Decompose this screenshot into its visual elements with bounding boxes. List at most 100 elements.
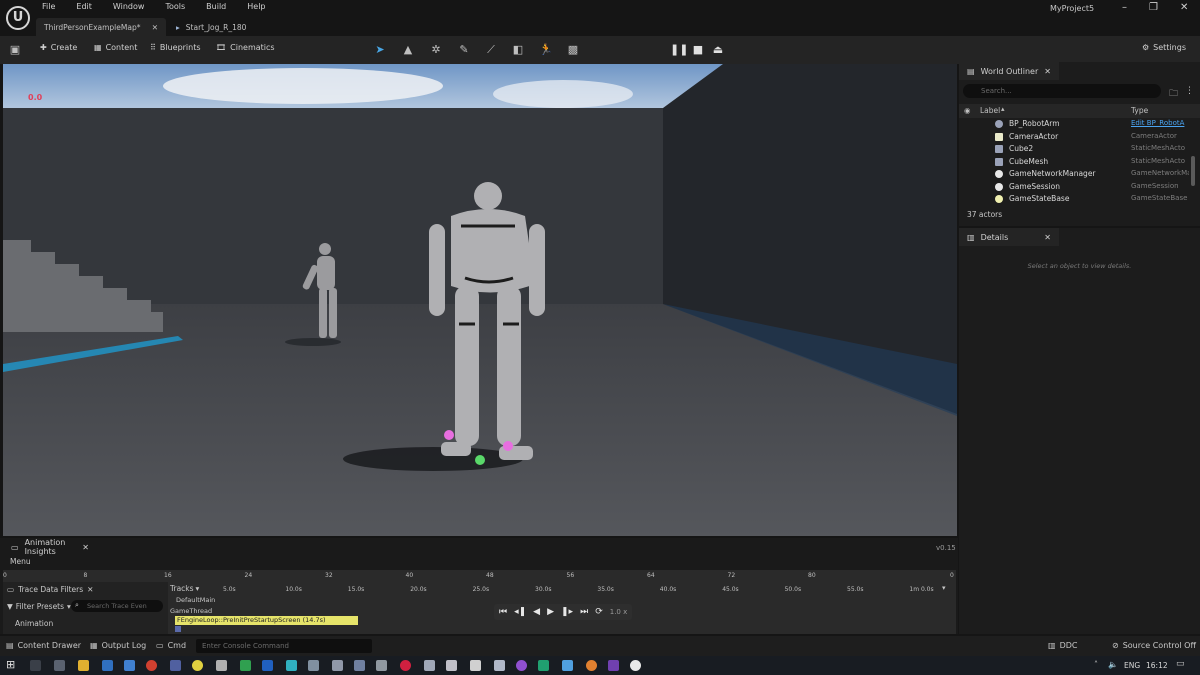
minimize-icon[interactable]: – bbox=[1122, 2, 1127, 13]
cmd-dropdown[interactable]: ▭ Cmd bbox=[156, 641, 186, 650]
outliner-scrollbar[interactable] bbox=[1191, 156, 1195, 186]
notifications-icon[interactable]: ▭ bbox=[1176, 659, 1185, 669]
app-icon-settings[interactable] bbox=[54, 660, 65, 671]
app-icon-generic[interactable] bbox=[240, 660, 251, 671]
timing-event-bar[interactable]: FEngineLoop::PreInitPreStartupScreen (14… bbox=[175, 616, 358, 625]
frame-ruler[interactable]: 0 8 16 24 32 40 48 56 64 72 80 0 bbox=[3, 570, 956, 582]
animation-mode-icon[interactable]: 🏃 bbox=[539, 43, 553, 57]
go-to-end-icon[interactable]: ⏭ bbox=[580, 607, 588, 617]
console-command-input[interactable]: Enter Console Command bbox=[196, 639, 372, 653]
output-log-button[interactable]: ▦ Output Log bbox=[90, 641, 146, 650]
app-icon-generic[interactable] bbox=[424, 660, 435, 671]
insights-menu[interactable]: Menu bbox=[10, 557, 31, 566]
filter-presets-dropdown[interactable]: ▼ Filter Presets ▾ bbox=[7, 602, 71, 611]
save-icon[interactable]: ▣ bbox=[8, 43, 22, 57]
unreal-taskbar-icon[interactable] bbox=[630, 660, 641, 671]
app-icon-generic[interactable] bbox=[376, 660, 387, 671]
animation-insights-tab[interactable]: ▭ Animation Insights ✕ bbox=[3, 538, 97, 556]
step-back-icon[interactable]: ◂❚ bbox=[514, 607, 526, 617]
maximize-icon[interactable]: ❐ bbox=[1149, 2, 1158, 13]
app-icon-generic[interactable] bbox=[170, 660, 181, 671]
settings-button[interactable]: ⚙ Settings bbox=[1142, 43, 1186, 52]
fracture-mode-icon[interactable]: ▩ bbox=[566, 43, 580, 57]
trace-filters-tab[interactable]: ▭ Trace Data Filters ✕ bbox=[7, 585, 93, 594]
visibility-eye-icon[interactable]: ◉ bbox=[964, 106, 971, 115]
app-icon-generic[interactable] bbox=[538, 660, 549, 671]
menu-window[interactable]: Window bbox=[113, 2, 145, 11]
outliner-row[interactable]: GameSession GameSession bbox=[959, 181, 1194, 194]
app-icon-generic[interactable] bbox=[332, 660, 343, 671]
menu-tools[interactable]: Tools bbox=[165, 2, 185, 11]
app-icon-generic[interactable] bbox=[470, 660, 481, 671]
details-tab[interactable]: ▥ Details ✕ bbox=[959, 228, 1059, 246]
app-icon-sticky[interactable] bbox=[192, 660, 203, 671]
eject-icon[interactable]: ⏏ bbox=[711, 43, 725, 57]
app-icon-generic[interactable] bbox=[308, 660, 319, 671]
app-icon-generic[interactable] bbox=[262, 660, 273, 671]
app-icon-mail[interactable] bbox=[124, 660, 135, 671]
tab-animation-asset[interactable]: ▸ Start_Jog_R_180 bbox=[168, 18, 318, 36]
folder-add-icon[interactable]: 🗀 bbox=[1169, 86, 1178, 102]
settings-icon[interactable]: ⋮ bbox=[1185, 86, 1194, 96]
step-forward-icon[interactable]: ❚▸ bbox=[561, 607, 573, 617]
pause-icon[interactable]: ❚❚ bbox=[670, 43, 688, 57]
chevron-down-icon[interactable]: ▾ bbox=[942, 584, 946, 592]
unreal-logo-icon[interactable]: U bbox=[6, 6, 30, 30]
outliner-row[interactable]: Cube2 StaticMeshActo bbox=[959, 143, 1194, 156]
app-icon-generic[interactable] bbox=[354, 660, 365, 671]
cinematics-button[interactable]: 🎞 Cinematics bbox=[216, 43, 275, 52]
ddc-button[interactable]: ▥ DDC bbox=[1048, 641, 1077, 650]
chrome-icon[interactable] bbox=[146, 660, 157, 671]
brush-edit-mode-icon[interactable]: ⟋ bbox=[484, 43, 498, 57]
go-to-start-icon[interactable]: ⏮ bbox=[499, 607, 507, 617]
outliner-row[interactable]: BP_RobotArm Edit BP_RobotA bbox=[959, 118, 1194, 131]
content-button[interactable]: ▦ Content bbox=[94, 43, 137, 52]
menu-help[interactable]: Help bbox=[247, 2, 265, 11]
play-icon[interactable]: ▶ bbox=[547, 607, 554, 617]
app-icon-generic[interactable] bbox=[400, 660, 411, 671]
edit-blueprint-link[interactable]: Edit BP_RobotA bbox=[1131, 119, 1189, 127]
outliner-row[interactable]: GameStateBase GameStateBase bbox=[959, 193, 1194, 206]
close-window-icon[interactable]: ✕ bbox=[1180, 2, 1188, 13]
outliner-row[interactable]: CubeMesh StaticMeshActo bbox=[959, 156, 1194, 169]
app-icon-generic[interactable] bbox=[446, 660, 457, 671]
tab-level-map[interactable]: ThirdPersonExampleMap* ✕ bbox=[36, 18, 166, 36]
app-icon-generic[interactable] bbox=[516, 660, 527, 671]
language-indicator[interactable]: ENG bbox=[1124, 661, 1140, 670]
play-reverse-icon[interactable]: ◀ bbox=[533, 607, 540, 617]
geometry-mode-icon[interactable]: ◧ bbox=[511, 43, 525, 57]
outliner-search-input[interactable]: Search... bbox=[963, 84, 1161, 98]
landscape-mode-icon[interactable]: ▲ bbox=[401, 43, 415, 57]
source-control-button[interactable]: ⊘ Source Control Off bbox=[1112, 641, 1196, 650]
file-explorer-icon[interactable] bbox=[78, 660, 89, 671]
app-icon-generic[interactable] bbox=[494, 660, 505, 671]
create-button[interactable]: ✚ Create bbox=[40, 43, 77, 52]
windows-start-icon[interactable]: ⊞ bbox=[6, 658, 15, 671]
app-icon-store[interactable] bbox=[102, 660, 113, 671]
foliage-mode-icon[interactable]: ✲ bbox=[429, 43, 443, 57]
outliner-row[interactable]: GameNetworkManager GameNetworkMa bbox=[959, 168, 1194, 181]
app-icon-generic[interactable] bbox=[562, 660, 573, 671]
playback-speed[interactable]: 1.0 x bbox=[610, 608, 628, 616]
close-icon[interactable]: ✕ bbox=[1044, 233, 1051, 242]
mesh-paint-mode-icon[interactable]: ✎ bbox=[457, 43, 471, 57]
outliner-row[interactable]: CameraActor CameraActor bbox=[959, 131, 1194, 144]
menu-file[interactable]: File bbox=[42, 2, 55, 11]
stop-icon[interactable]: ■ bbox=[691, 43, 705, 57]
clock[interactable]: 16:12 bbox=[1146, 661, 1168, 670]
tracks-dropdown[interactable]: Tracks ▾ bbox=[170, 584, 199, 593]
visual-studio-icon[interactable] bbox=[608, 660, 619, 671]
content-drawer-button[interactable]: ▤ Content Drawer bbox=[6, 641, 81, 650]
close-icon[interactable]: ✕ bbox=[87, 585, 93, 594]
close-icon[interactable]: ✕ bbox=[1044, 67, 1051, 76]
tray-chevron-icon[interactable]: ˄ bbox=[1094, 660, 1098, 669]
menu-edit[interactable]: Edit bbox=[76, 2, 92, 11]
trace-search-input[interactable]: Search Trace Even bbox=[71, 600, 163, 612]
type-column-header[interactable]: Type bbox=[1131, 106, 1148, 115]
animation-filter-item[interactable]: Animation bbox=[15, 619, 53, 628]
level-viewport[interactable]: 0.0 bbox=[3, 64, 957, 536]
close-icon[interactable]: ✕ bbox=[152, 23, 158, 32]
blueprints-button[interactable]: ⠿ Blueprints bbox=[150, 43, 201, 52]
close-icon[interactable]: ✕ bbox=[82, 543, 89, 552]
loop-icon[interactable]: ⟳ bbox=[595, 607, 603, 617]
